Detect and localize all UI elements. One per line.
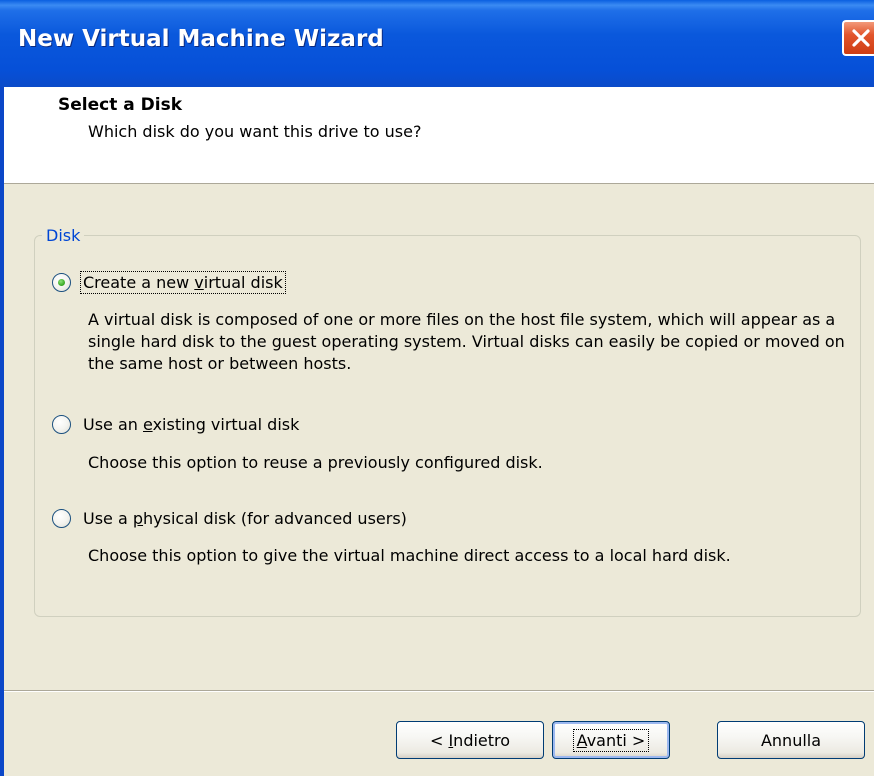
option-description-use-physical-disk: Choose this option to give the virtual m… (88, 546, 731, 565)
wizard-window: New Virtual Machine Wizard Select a Disk… (0, 0, 874, 776)
next-button[interactable]: Avanti > (552, 721, 670, 759)
cancel-button[interactable]: Annulla (717, 721, 865, 759)
option-description-use-existing-disk: Choose this option to reuse a previously… (88, 453, 543, 472)
title-bar[interactable]: New Virtual Machine Wizard (0, 0, 874, 87)
close-button[interactable] (842, 20, 874, 56)
back-button[interactable]: < Indietro (396, 721, 544, 759)
disk-group-label: Disk (42, 226, 85, 245)
close-icon (852, 29, 870, 47)
radio-use-existing-disk[interactable] (52, 415, 71, 434)
option-use-physical-disk[interactable]: Use a physical disk (for advanced users) (52, 508, 409, 529)
option-description-create-new-disk: A virtual disk is composed of one or mor… (88, 310, 845, 373)
wizard-header: Select a Disk Which disk do you want thi… (4, 87, 874, 184)
option-create-new-disk[interactable]: Create a new virtual disk (52, 271, 286, 294)
window-title: New Virtual Machine Wizard (18, 26, 384, 52)
bottom-divider (4, 690, 874, 692)
option-label-use-physical-disk[interactable]: Use a physical disk (for advanced users) (81, 508, 409, 529)
option-use-existing-disk[interactable]: Use an existing virtual disk (52, 414, 301, 435)
option-label-create-new-disk[interactable]: Create a new virtual disk (80, 271, 286, 294)
page-title: Select a Disk (58, 95, 183, 115)
radio-use-physical-disk[interactable] (52, 509, 71, 528)
option-label-use-existing-disk[interactable]: Use an existing virtual disk (81, 414, 301, 435)
page-subtitle: Which disk do you want this drive to use… (88, 122, 422, 141)
radio-create-new-disk[interactable] (52, 273, 71, 292)
